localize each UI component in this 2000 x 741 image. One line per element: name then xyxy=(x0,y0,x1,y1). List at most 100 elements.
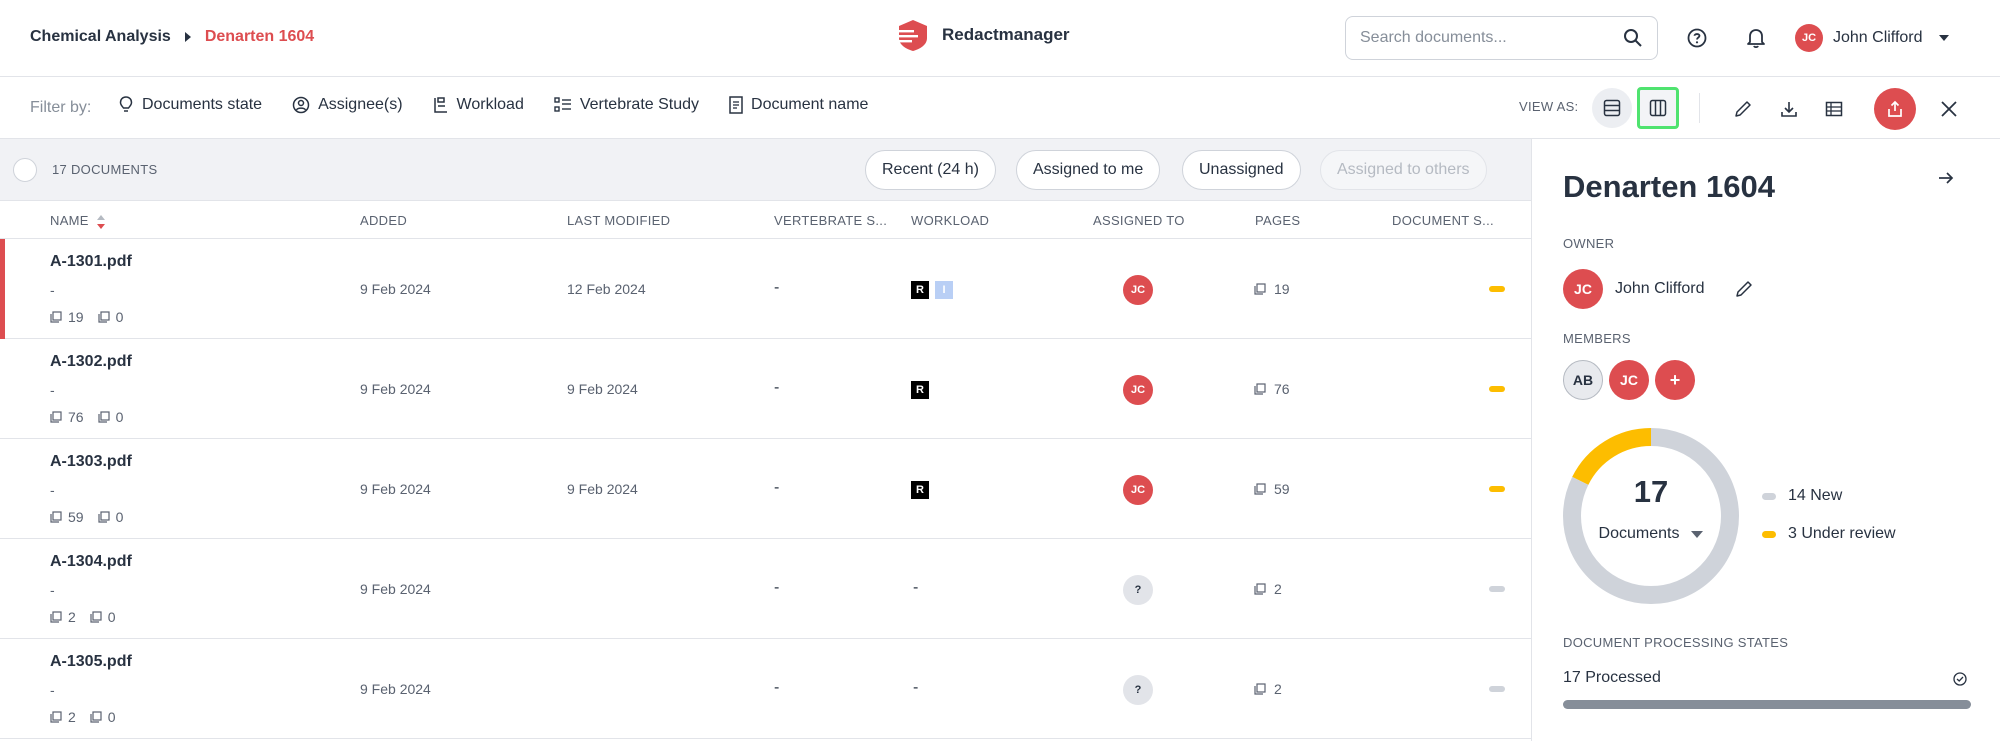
download-button[interactable] xyxy=(1777,97,1801,121)
column-added[interactable]: ADDED xyxy=(360,213,407,228)
annotations-icon xyxy=(97,311,110,323)
file-page-count: 76 xyxy=(68,409,84,425)
table-settings-button[interactable] xyxy=(1822,97,1846,121)
collapse-panel-button[interactable] xyxy=(1938,171,1954,190)
file-annotation-count: 0 xyxy=(115,309,124,325)
legend-label: 14 New xyxy=(1788,487,1843,504)
close-button[interactable] xyxy=(1937,97,1961,121)
filter-assignees[interactable]: Assignee(s) xyxy=(292,96,403,114)
column-name[interactable]: NAME xyxy=(50,213,105,229)
documents-donut-chart xyxy=(1563,428,1739,604)
modified-date: 9 Feb 2024 xyxy=(567,381,638,397)
table-row[interactable]: A-1305.pdf - 2 0 9 Feb 2024 - - ? 2 xyxy=(0,639,1531,739)
user-avatar: JC xyxy=(1795,24,1823,52)
member-avatar[interactable]: AB xyxy=(1563,360,1603,400)
table-row[interactable]: A-1302.pdf - 76 0 9 Feb 2024 9 Feb 2024 … xyxy=(0,339,1531,439)
workload-badge: R xyxy=(911,481,929,499)
column-last-modified[interactable]: LAST MODIFIED xyxy=(567,213,670,228)
vertebrate-cell: - xyxy=(774,679,780,696)
quick-filter-unassigned[interactable]: Unassigned xyxy=(1182,150,1301,190)
document-state-indicator xyxy=(1489,286,1505,292)
pages-cell: 59 xyxy=(1254,481,1290,497)
workload-badges: R xyxy=(911,481,929,499)
list-header: 17 DOCUMENTS Recent (24 h) Assigned to m… xyxy=(0,139,1531,201)
donut-selector[interactable]: Documents xyxy=(1562,525,1740,543)
workload-cell: - xyxy=(913,579,919,596)
view-board-button[interactable] xyxy=(1637,87,1679,129)
member-avatar[interactable]: JC xyxy=(1609,360,1649,400)
processed-count: 17 Processed xyxy=(1563,669,1661,686)
breadcrumb-current[interactable]: Denarten 1604 xyxy=(205,28,314,46)
file-name[interactable]: A-1303.pdf xyxy=(50,453,132,471)
document-state-indicator xyxy=(1489,386,1505,392)
quick-filter-assigned-to-me[interactable]: Assigned to me xyxy=(1016,150,1161,190)
user-menu[interactable]: JC John Clifford xyxy=(1795,24,1949,52)
page-count: 19 xyxy=(1274,281,1290,297)
pages-icon xyxy=(1254,283,1266,295)
bell-icon[interactable] xyxy=(1744,26,1768,50)
filter-label-text: Document name xyxy=(751,96,869,113)
filter-vertebrate-study[interactable]: Vertebrate Study xyxy=(554,96,699,114)
panel-title: Denarten 1604 xyxy=(1563,169,1775,204)
file-name[interactable]: A-1301.pdf xyxy=(50,253,132,271)
legend-dot xyxy=(1762,530,1776,538)
pencil-icon xyxy=(1735,101,1751,117)
assignee-avatar[interactable]: JC xyxy=(1123,275,1153,305)
file-name[interactable]: A-1304.pdf xyxy=(50,553,132,571)
document-count: 17 DOCUMENTS xyxy=(52,162,158,177)
pages-icon xyxy=(1254,483,1266,495)
quick-filter-assigned-to-others[interactable]: Assigned to others xyxy=(1320,150,1487,190)
file-subtitle: - xyxy=(50,682,55,698)
chevron-down-icon xyxy=(1691,530,1704,538)
download-icon xyxy=(1781,102,1797,117)
pages-cell: 2 xyxy=(1254,681,1282,697)
column-assigned-to[interactable]: ASSIGNED TO xyxy=(1093,213,1185,228)
file-meta: 19 0 xyxy=(50,309,123,325)
assignee-avatar[interactable]: JC xyxy=(1123,375,1153,405)
workload-badges: R xyxy=(911,381,929,399)
documents-table: 17 DOCUMENTS Recent (24 h) Assigned to m… xyxy=(0,139,1531,741)
view-list-button[interactable] xyxy=(1592,88,1632,128)
filter-label-text: Assignee(s) xyxy=(318,96,403,113)
file-subtitle: - xyxy=(50,482,55,498)
help-icon[interactable] xyxy=(1685,26,1709,50)
legend-item-under-review[interactable]: 3 Under review xyxy=(1762,525,1896,543)
pages-icon xyxy=(1254,683,1266,695)
page-count: 59 xyxy=(1274,481,1290,497)
table-row[interactable]: A-1303.pdf - 59 0 9 Feb 2024 9 Feb 2024 … xyxy=(0,439,1531,539)
file-name[interactable]: A-1302.pdf xyxy=(50,353,132,371)
vertebrate-cell: - xyxy=(774,279,780,296)
pages-icon xyxy=(50,311,62,323)
search-icon[interactable] xyxy=(1623,28,1643,48)
edit-button[interactable] xyxy=(1731,97,1755,121)
brand[interactable]: Redactmanager xyxy=(896,18,1070,52)
file-name[interactable]: A-1305.pdf xyxy=(50,653,132,671)
column-document-state[interactable]: DOCUMENT S... xyxy=(1392,213,1494,228)
breadcrumb-root[interactable]: Chemical Analysis xyxy=(30,28,171,46)
search-box[interactable] xyxy=(1345,16,1658,60)
document-state-indicator xyxy=(1489,486,1505,492)
table-row[interactable]: A-1301.pdf - 19 0 9 Feb 2024 12 Feb 2024… xyxy=(0,239,1531,339)
filter-workload[interactable]: Workload xyxy=(433,96,524,114)
column-vertebrate-study[interactable]: VERTEBRATE S... xyxy=(774,213,887,228)
table-row[interactable]: A-1304.pdf - 2 0 9 Feb 2024 - - ? 2 xyxy=(0,539,1531,639)
assignee-avatar[interactable]: ? xyxy=(1123,675,1153,705)
assignee-avatar[interactable]: ? xyxy=(1123,575,1153,605)
filter-document-name[interactable]: Document name xyxy=(729,96,868,114)
donut-total-label: Documents xyxy=(1598,525,1680,542)
filter-documents-state[interactable]: Documents state xyxy=(118,96,262,114)
column-workload[interactable]: WORKLOAD xyxy=(911,213,989,228)
search-input[interactable] xyxy=(1360,29,1623,47)
export-button[interactable] xyxy=(1874,88,1916,130)
quick-filter-recent[interactable]: Recent (24 h) xyxy=(865,150,996,190)
filter-bar: Filter by: Documents state Assignee(s) W… xyxy=(0,77,2000,139)
vertebrate-cell: - xyxy=(774,379,780,396)
select-all-checkbox[interactable] xyxy=(13,158,37,182)
assignee-avatar[interactable]: JC xyxy=(1123,475,1153,505)
legend-item-new[interactable]: 14 New xyxy=(1762,487,1842,505)
added-date: 9 Feb 2024 xyxy=(360,381,431,397)
column-pages[interactable]: PAGES xyxy=(1255,213,1300,228)
pencil-icon[interactable] xyxy=(1735,280,1753,298)
file-annotation-count: 0 xyxy=(115,409,124,425)
add-member-button[interactable]: + xyxy=(1655,360,1695,400)
